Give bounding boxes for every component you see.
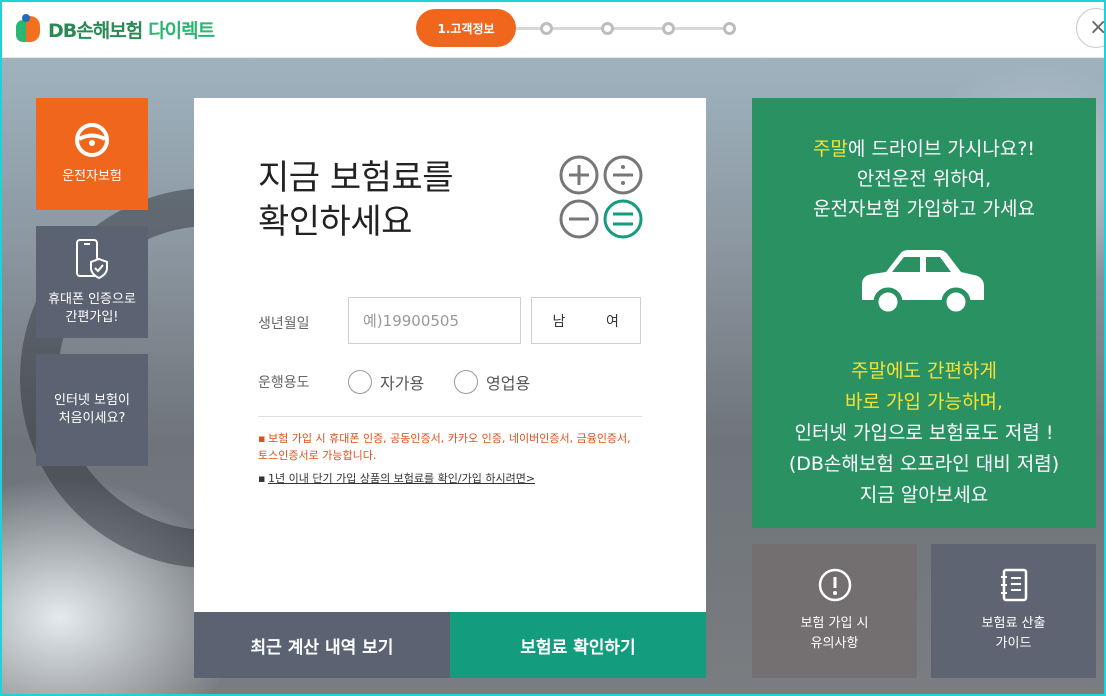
promo-banner: 주말에 드라이브 가시나요?! 안전운전 위하여, 운전자보험 가입하고 가세요… <box>752 98 1096 528</box>
premium-calc-guide-button[interactable]: 보험료 산출 가이드 <box>931 544 1096 678</box>
usage-option-commercial[interactable]: 영업용 <box>454 370 530 394</box>
sidebar-item-label: 휴대폰 인증으로 간편가입! <box>48 292 136 325</box>
calculator-symbols-icon <box>559 155 643 239</box>
promo-line: (DB손해보험 오프라인 대비 저렴) <box>788 453 1060 475</box>
promo-top-text: 주말에 드라이브 가시나요?! 안전운전 위하여, 운전자보험 가입하고 가세요 <box>752 134 1096 224</box>
car-icon <box>862 250 984 317</box>
guide-label: 보험 가입 시 유의사항 <box>800 616 869 651</box>
step-connector <box>614 26 638 30</box>
step-connector <box>699 26 723 30</box>
quote-form-card: 지금 보험료를 확인하세요 생년월일 남 여 운행용도 자가용 영업용 ▪보험 … <box>194 98 706 612</box>
check-premium-button[interactable]: 보험료 확인하기 <box>450 612 706 678</box>
bullet: ▪ <box>258 432 266 445</box>
promo-highlight-line: 바로 가입 가능하며, <box>845 391 1003 413</box>
promo-highlight: 주말 <box>812 138 848 160</box>
divider <box>258 416 642 417</box>
step-connector <box>516 26 540 30</box>
gender-male-button[interactable]: 남 <box>531 297 587 344</box>
step-connector <box>577 26 601 30</box>
sidebar-item-label: 운전자보험 <box>62 169 122 184</box>
step-3-dot <box>601 21 614 35</box>
step-progress: 1.고객정보 <box>416 9 736 47</box>
sidebar-item-internet-first[interactable]: 인터넷 보험이 처음이세요? <box>36 354 148 466</box>
gender-female-button[interactable]: 여 <box>585 297 641 344</box>
promo-highlight-line: 주말에도 간편하게 <box>851 360 997 382</box>
page-title: 지금 보험료를 확인하세요 <box>258 158 454 242</box>
close-button[interactable]: × <box>1076 8 1106 48</box>
usage-option-label: 자가용 <box>380 374 425 393</box>
insurance-notice-button[interactable]: 보험 가입 시 유의사항 <box>752 544 917 678</box>
sidebar-item-phone-auth[interactable]: 휴대폰 인증으로 간편가입! <box>36 226 148 338</box>
close-icon: × <box>1089 15 1106 40</box>
radio-icon[interactable] <box>454 370 478 394</box>
usage-option-label: 영업용 <box>486 374 531 393</box>
auth-notice: ▪ 보험 가입 시 휴대폰 인증, 공동인증서, 카카오 인증, 네이버인증서, … <box>258 430 642 464</box>
exclamation-circle-icon <box>818 568 851 602</box>
step-1-customer-info: 1.고객정보 <box>416 9 516 47</box>
db-logo-icon <box>16 14 46 44</box>
recent-calculation-button[interactable]: 최근 계산 내역 보기 <box>194 612 450 678</box>
short-term-link-text[interactable]: 1년 이내 단기 가입 상품의 보험료를 확인/가입 하시려면> <box>268 472 535 485</box>
promo-line: 안전운전 위하여, <box>856 168 992 190</box>
logo-main: DB손해보험 <box>48 19 143 42</box>
birthdate-input[interactable] <box>348 297 521 344</box>
radio-icon[interactable] <box>348 370 372 394</box>
sidebar-item-label: 인터넷 보험이 처음이세요? <box>54 393 130 426</box>
step-connector <box>638 26 662 30</box>
step-connector <box>675 26 699 30</box>
promo-bottom-text: 주말에도 간편하게 바로 가입 가능하며, 인터넷 가입으로 보험료도 저렴 !… <box>752 356 1096 511</box>
bullet: ▪ <box>258 472 266 485</box>
usage-label: 운행용도 <box>258 375 310 391</box>
step-2-dot <box>540 21 553 35</box>
step-5-dot <box>723 21 736 35</box>
guide-label: 보험료 산출 가이드 <box>981 616 1046 651</box>
steering-wheel-icon <box>75 123 109 157</box>
promo-line: 지금 알아보세요 <box>859 484 989 506</box>
step-connector <box>553 26 577 30</box>
sidebar-item-driver-insurance[interactable]: 운전자보험 <box>36 98 148 210</box>
birthdate-label: 생년월일 <box>258 316 310 332</box>
logo[interactable]: DB손해보험 다이렉트 <box>16 12 215 46</box>
phone-shield-icon <box>76 239 108 280</box>
logo-text: DB손해보험 다이렉트 <box>48 16 215 43</box>
promo-line: 에 드라이브 가시나요?! <box>847 138 1036 160</box>
promo-line: 인터넷 가입으로 보험료도 저렴 ! <box>794 422 1054 444</box>
step-4-dot <box>662 21 675 35</box>
auth-notice-text: 보험 가입 시 휴대폰 인증, 공동인증서, 카카오 인증, 네이버인증서, 금… <box>258 432 631 462</box>
promo-line: 운전자보험 가입하고 가세요 <box>813 198 1035 220</box>
short-term-product-link[interactable]: ▪ 1년 이내 단기 가입 상품의 보험료를 확인/가입 하시려면> <box>258 470 535 487</box>
header: DB손해보험 다이렉트 1.고객정보 × <box>0 0 1106 58</box>
notebook-icon <box>1000 568 1027 602</box>
logo-sub: 다이렉트 <box>148 19 215 42</box>
usage-option-private[interactable]: 자가용 <box>348 370 424 394</box>
